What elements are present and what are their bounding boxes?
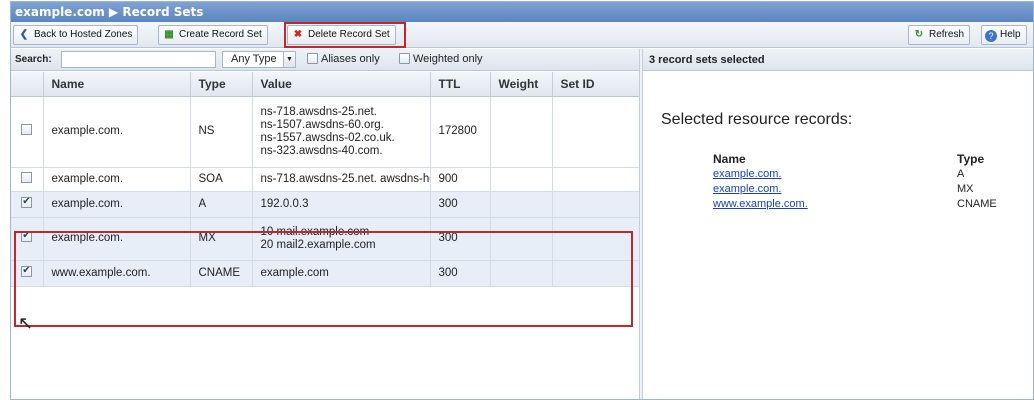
column-header-value[interactable]: Value — [252, 72, 431, 97]
aliases-only-option[interactable]: Aliases only — [307, 53, 380, 65]
table-header-row: Name Type Value TTL Weight Set ID — [11, 72, 640, 97]
help-button-label: Help — [1000, 29, 1021, 40]
back-button-label: Back to Hosted Zones — [34, 29, 133, 40]
refresh-button-label: Refresh — [929, 29, 965, 40]
refresh-button[interactable]: ↻ Refresh — [908, 25, 971, 45]
column-header-set-id[interactable]: Set ID — [552, 72, 640, 97]
column-header-ttl[interactable]: TTL — [430, 72, 491, 97]
value-line: 192.0.0.3 — [260, 197, 309, 210]
row-select-cell[interactable] — [11, 191, 44, 218]
set-id-cell — [552, 191, 640, 218]
weighted-only-option[interactable]: Weighted only — [399, 53, 483, 65]
delete-highlight-box — [284, 22, 406, 48]
ttl-cell: 900 — [430, 167, 491, 192]
value-cell: ns-718.awsdns-25.net. ns-1507.awsdns-60.… — [252, 96, 431, 168]
weighted-only-label: Weighted only — [413, 53, 483, 65]
value-cell: ns-718.awsdns-25.net. awsdns-hostmaster.… — [252, 167, 431, 192]
row-checkbox[interactable] — [21, 124, 33, 135]
table-row[interactable]: example.com. NS ns-718.awsdns-25.net. ns… — [11, 96, 640, 168]
selected-record-link[interactable]: example.com. — [713, 167, 781, 182]
weight-cell — [490, 167, 553, 192]
row-checkbox[interactable] — [21, 171, 33, 183]
list-item: www.example.com. CNAME — [713, 197, 1023, 212]
create-button-label: Create Record Set — [179, 29, 262, 40]
name-cell: example.com. — [43, 167, 191, 192]
value-line: ns-1507.awsdns-60.org. — [260, 118, 384, 131]
name-cell: example.com. — [43, 96, 191, 168]
weight-cell — [490, 191, 553, 218]
value-line: ns-718.awsdns-25.net. awsdns-hostmaster.… — [260, 172, 430, 185]
selected-type-header: Type — [957, 152, 985, 166]
ttl-cell: 300 — [430, 191, 491, 218]
selected-name-header: Name — [713, 152, 746, 166]
set-id-cell — [552, 96, 640, 168]
record-sets-window: example.com ▶ Record Sets ❮ Back to Hoste… — [10, 1, 1034, 400]
record-type-value: Any Type — [231, 53, 277, 65]
selection-details-panel: 3 record sets selected Selected resource… — [643, 49, 1033, 399]
selected-record-link[interactable]: example.com. — [713, 182, 781, 197]
weight-cell — [490, 96, 553, 168]
search-label: Search: — [15, 54, 52, 65]
ttl-cell: 172800 — [430, 96, 491, 168]
mouse-pointer-icon: ↖ — [18, 313, 34, 333]
type-cell: NS — [190, 96, 253, 168]
selected-record-type: MX — [957, 183, 974, 195]
row-select-cell[interactable] — [11, 96, 44, 168]
column-header-weight[interactable]: Weight — [490, 72, 553, 97]
select-column-header — [11, 72, 44, 97]
selected-record-link[interactable]: www.example.com. — [713, 197, 808, 212]
selected-records-list: Name Type example.com. A example.com. MX… — [713, 152, 1023, 212]
weighted-only-checkbox[interactable] — [399, 53, 410, 64]
column-header-name[interactable]: Name — [43, 72, 191, 97]
row-select-cell[interactable] — [11, 167, 44, 192]
selected-record-type: A — [957, 168, 965, 180]
selected-record-type: CNAME — [957, 198, 997, 210]
aliases-only-checkbox[interactable] — [307, 53, 318, 64]
list-item: example.com. MX — [713, 182, 1023, 197]
toolbar: ❮ Back to Hosted Zones ▦ Create Record Set… — [11, 22, 1033, 48]
type-cell: SOA — [190, 167, 253, 192]
set-id-cell — [552, 167, 640, 192]
value-line: ns-1557.awsdns-02.co.uk. — [260, 131, 395, 144]
chevron-down-icon[interactable]: ▼ — [283, 52, 295, 67]
value-line: ns-718.awsdns-25.net. — [260, 105, 377, 118]
search-bar: Search: Any Type ▼ Aliases only Weighted… — [11, 49, 639, 71]
window-title: example.com ▶ Record Sets — [11, 2, 1033, 22]
search-input[interactable] — [61, 51, 216, 68]
row-checkbox-checked[interactable] — [21, 195, 33, 208]
back-arrow-icon: ❮ — [19, 29, 29, 40]
back-to-hosted-zones-button[interactable]: ❮ Back to Hosted Zones — [13, 25, 139, 45]
help-icon: ? — [985, 30, 997, 42]
selected-rows-highlight-box — [14, 231, 633, 327]
selected-records-title: Selected resource records: — [661, 111, 853, 128]
selection-count-header: 3 record sets selected — [643, 49, 1033, 71]
name-cell: example.com. — [43, 191, 191, 218]
table-row[interactable]: example.com. A 192.0.0.3 300 — [11, 191, 640, 218]
table-row[interactable]: example.com. SOA ns-718.awsdns-25.net. a… — [11, 167, 640, 192]
value-cell: 192.0.0.3 — [252, 191, 431, 218]
list-item: example.com. A — [713, 167, 1023, 182]
create-record-set-button[interactable]: ▦ Create Record Set — [158, 25, 268, 45]
value-line: ns-323.awsdns-40.com. — [260, 144, 383, 157]
record-type-select[interactable]: Any Type ▼ — [222, 51, 296, 68]
column-header-type[interactable]: Type — [190, 72, 253, 97]
selected-records-header: Name Type — [713, 152, 1023, 167]
create-record-icon: ▦ — [164, 29, 174, 40]
help-button[interactable]: ? Help — [981, 25, 1027, 45]
refresh-icon: ↻ — [914, 29, 924, 40]
aliases-only-label: Aliases only — [321, 53, 380, 65]
type-cell: A — [190, 191, 253, 218]
